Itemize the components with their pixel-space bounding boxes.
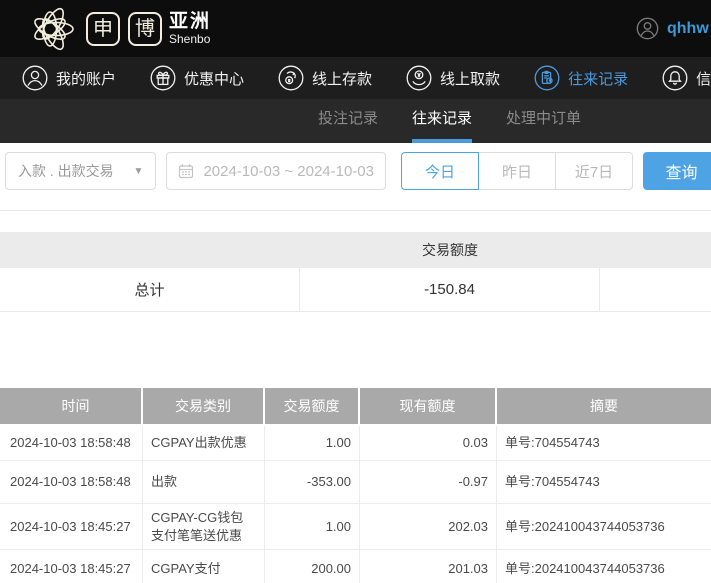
summary-total-label: 总计 (0, 268, 300, 311)
column-header-type: 交易类别 (143, 388, 265, 424)
transactions-table: 时间 交易类别 交易额度 现有额度 摘要 2024-10-03 18:58:48… (0, 388, 711, 583)
nav-label: 线上存款 (312, 70, 373, 88)
search-button[interactable]: 查询 (643, 152, 711, 190)
tab-transaction-records[interactable]: 往来记录 (412, 99, 473, 143)
summary-header-row: 交易额度 (0, 232, 711, 268)
user-account[interactable]: qhhw (636, 0, 709, 57)
nav-label: 往来记录 (568, 70, 629, 88)
brand-region: 亚洲 Shenbo (169, 12, 211, 45)
yesterday-button[interactable]: 昨日 (478, 152, 556, 190)
table-row: 2024-10-03 18:58:48 出款 -353.00 -0.97 单号:… (0, 461, 711, 504)
cell-time: 2024-10-03 18:45:27 (0, 550, 143, 583)
cell-type: CGPAY出款优惠 (143, 426, 265, 460)
gift-icon (150, 65, 176, 91)
brand-header: 申 博 亚洲 Shenbo qhhw (0, 0, 711, 57)
nav-item-online-deposit[interactable]: 线上存款 (278, 65, 372, 91)
nav-item-promo-center[interactable]: 优惠中心 (150, 65, 244, 91)
cell-memo: 单号:202410043744053736 (505, 518, 665, 534)
table-row: 2024-10-03 18:45:27 CGPAY支付 200.00 201.0… (0, 550, 711, 583)
nav-item-my-account[interactable]: 我的账户 (22, 65, 116, 91)
nav-label: 信息 (696, 70, 711, 88)
cell-balance: -0.97 (360, 461, 497, 503)
records-subnav: 投注记录 往来记录 处理中订单 (0, 99, 711, 143)
brand-region-en: Shenbo (169, 32, 211, 46)
summary-total-row: 总计 -150.84 (0, 268, 711, 312)
brand-char-shen: 申 (86, 11, 120, 46)
username-text[interactable]: qhhw (667, 20, 709, 38)
summary-header-amount: 交易额度 (422, 242, 478, 258)
cell-type: CGPAY支付 (143, 550, 265, 583)
tab-betting-records[interactable]: 投注记录 (318, 99, 378, 143)
quick-date-button-group: 今日 昨日 近7日 (401, 152, 633, 190)
cell-amount: 1.00 (265, 426, 360, 460)
cell-amount: 200.00 (265, 550, 360, 583)
nav-item-transaction-records[interactable]: 往来记录 (534, 65, 628, 91)
date-range-input[interactable]: 2024-10-03 ~ 2024-10-03 (166, 152, 386, 190)
cell-memo: 单号:704554743 (505, 474, 600, 490)
nav-label: 线上取款 (440, 70, 501, 88)
deposit-icon (278, 65, 304, 91)
cell-time: 2024-10-03 18:58:48 (0, 461, 143, 503)
nav-item-messages[interactable]: 信息 (662, 65, 711, 91)
cell-memo: 单号:202410043744053736 (505, 560, 665, 576)
column-header-time: 时间 (0, 388, 143, 424)
summary-empty-cell (600, 268, 711, 311)
column-header-memo: 摘要 (590, 398, 618, 414)
flower-logo-icon (34, 7, 74, 50)
table-row: 2024-10-03 18:58:48 CGPAY出款优惠 1.00 0.03 … (0, 426, 711, 461)
last7days-button[interactable]: 近7日 (555, 152, 633, 190)
records-icon (534, 65, 560, 91)
avatar-icon (636, 17, 659, 40)
bell-icon (662, 65, 688, 91)
nav-label: 优惠中心 (184, 70, 245, 88)
calendar-icon (179, 164, 194, 179)
main-nav: 我的账户 优惠中心 线上存款 线上取款 往来记录 信 (0, 57, 711, 99)
cell-amount: -353.00 (265, 461, 360, 503)
filter-bar: 入款 . 出款交易 ▼ 2024-10-03 ~ 2024-10-03 今日 昨… (0, 143, 711, 211)
nav-item-online-withdraw[interactable]: 线上取款 (406, 65, 500, 91)
table-header-row: 时间 交易类别 交易额度 现有额度 摘要 (0, 388, 711, 426)
summary-total-value: -150.84 (300, 268, 600, 311)
table-row: 2024-10-03 18:45:27 CGPAY-CG钱包支付笔笔送优惠 1.… (0, 504, 711, 551)
cell-balance: 202.03 (360, 504, 497, 550)
brand-region-zh: 亚洲 (169, 11, 212, 32)
cell-balance: 201.03 (360, 550, 497, 583)
today-button[interactable]: 今日 (401, 152, 479, 190)
cell-time: 2024-10-03 18:45:27 (0, 504, 143, 550)
cell-amount: 1.00 (265, 504, 360, 550)
cell-type: 出款 (143, 461, 265, 503)
cell-memo: 单号:704554743 (505, 435, 600, 451)
column-header-amount: 交易额度 (265, 388, 360, 424)
transaction-type-select[interactable]: 入款 . 出款交易 ▼ (5, 152, 157, 190)
date-range-value: 2024-10-03 ~ 2024-10-03 (203, 162, 374, 180)
tab-processing-orders[interactable]: 处理中订单 (506, 99, 581, 143)
user-icon (22, 65, 48, 91)
summary-table: 交易额度 总计 -150.84 (0, 232, 711, 312)
brand-char-bo: 博 (128, 11, 162, 46)
column-header-balance: 现有额度 (360, 388, 497, 424)
transaction-type-value: 入款 . 出款交易 (18, 163, 114, 179)
cell-balance: 0.03 (360, 426, 497, 460)
cell-time: 2024-10-03 18:58:48 (0, 426, 143, 460)
cell-type: CGPAY-CG钱包支付笔笔送优惠 (143, 504, 265, 550)
caret-down-icon: ▼ (133, 165, 144, 177)
withdraw-icon (406, 65, 432, 91)
nav-label: 我的账户 (56, 70, 117, 88)
